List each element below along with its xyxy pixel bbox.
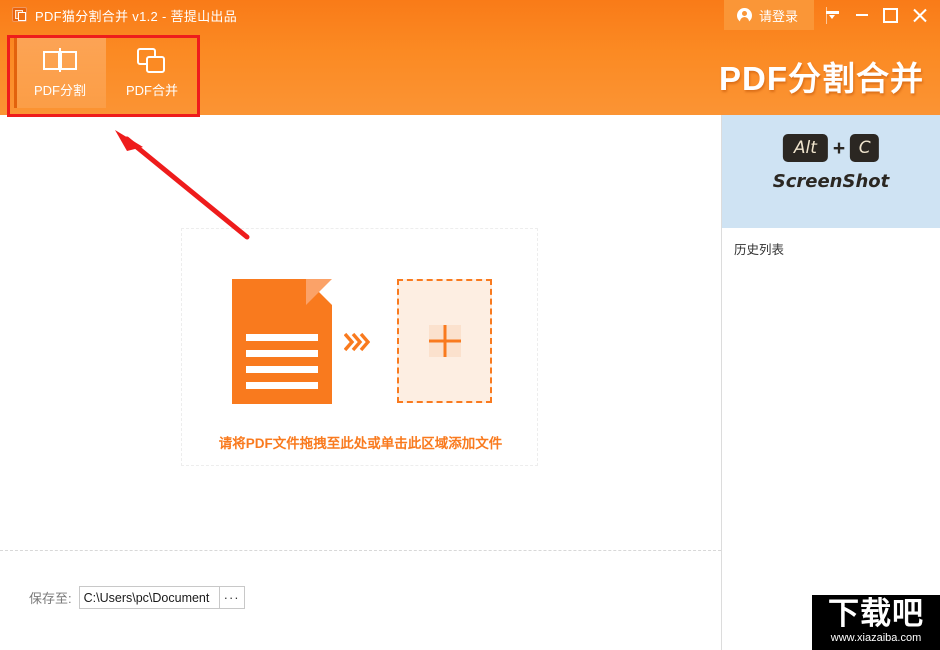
minimize-icon — [855, 14, 868, 16]
toolbar-tabs: PDF分割 PDF合并 — [14, 38, 198, 108]
pdf-document-icon — [232, 279, 332, 404]
login-button[interactable]: 请登录 — [723, 0, 814, 30]
history-list-title: 历史列表 — [734, 243, 785, 257]
dropzone-graphic — [232, 279, 492, 409]
maximize-icon — [883, 7, 898, 23]
watermark-name: 下载吧 — [828, 596, 924, 631]
key-c: C — [850, 134, 880, 162]
save-path-input[interactable]: C:\Users\pc\Document — [78, 586, 220, 609]
tab-pdf-split[interactable]: PDF分割 — [14, 38, 106, 108]
save-path-row: 保存至: C:\Users\pc\Document ··· — [29, 586, 245, 609]
tab-pdf-merge[interactable]: PDF合并 — [106, 38, 198, 108]
screenshot-banner[interactable]: Alt + C ScreenShot — [722, 115, 940, 228]
merge-icon — [137, 48, 167, 73]
triple-chevron-icon — [344, 331, 370, 353]
application-window: PDF猫分割合并 v1.2 - 菩提山出品 请登录 PDF分割 PDF合并 PD… — [0, 0, 940, 650]
split-icon — [42, 48, 78, 72]
right-panel: Alt + C ScreenShot 历史列表 — [721, 115, 940, 650]
tab-pdf-merge-label: PDF合并 — [125, 83, 178, 98]
add-file-box[interactable] — [397, 279, 492, 403]
app-header: PDF猫分割合并 v1.2 - 菩提山出品 请登录 PDF分割 PDF合并 PD… — [0, 0, 940, 115]
plus-icon-vertical — [443, 325, 446, 357]
watermark-logo: 下载吧 www.xiazaiba.com — [812, 595, 940, 650]
key-plus-symbol: + — [832, 136, 846, 160]
shortcut-keys: Alt + C — [782, 134, 880, 162]
dropzone-hint: 请将PDF文件拖拽至此处或单击此区域添加文件 — [218, 436, 503, 451]
key-alt: Alt — [782, 134, 828, 162]
section-divider — [0, 550, 721, 551]
minimize-button[interactable] — [847, 0, 876, 30]
maximize-button[interactable] — [876, 0, 905, 30]
save-path-label: 保存至: — [29, 591, 72, 606]
screenshot-caption: ScreenShot — [772, 171, 890, 192]
browse-button[interactable]: ··· — [219, 586, 245, 609]
close-icon — [913, 8, 927, 22]
menu-button[interactable] — [818, 0, 847, 30]
file-dropzone[interactable]: 请将PDF文件拖拽至此处或单击此区域添加文件 — [181, 228, 538, 466]
tab-pdf-split-label: PDF分割 — [33, 83, 86, 98]
user-avatar-icon — [736, 7, 752, 23]
window-controls — [818, 0, 934, 30]
window-title: PDF猫分割合并 v1.2 - 菩提山出品 — [35, 9, 238, 24]
title-bar: PDF猫分割合并 v1.2 - 菩提山出品 请登录 — [0, 0, 940, 30]
watermark-url: www.xiazaiba.com — [830, 632, 922, 644]
close-button[interactable] — [905, 0, 934, 30]
menu-caret-icon — [826, 10, 839, 20]
login-label: 请登录 — [758, 8, 798, 24]
brand-title: PDF分割合并 — [719, 60, 924, 97]
main-content: 请将PDF文件拖拽至此处或单击此区域添加文件 保存至: C:\Users\pc\… — [0, 115, 721, 650]
app-icon — [12, 7, 27, 22]
